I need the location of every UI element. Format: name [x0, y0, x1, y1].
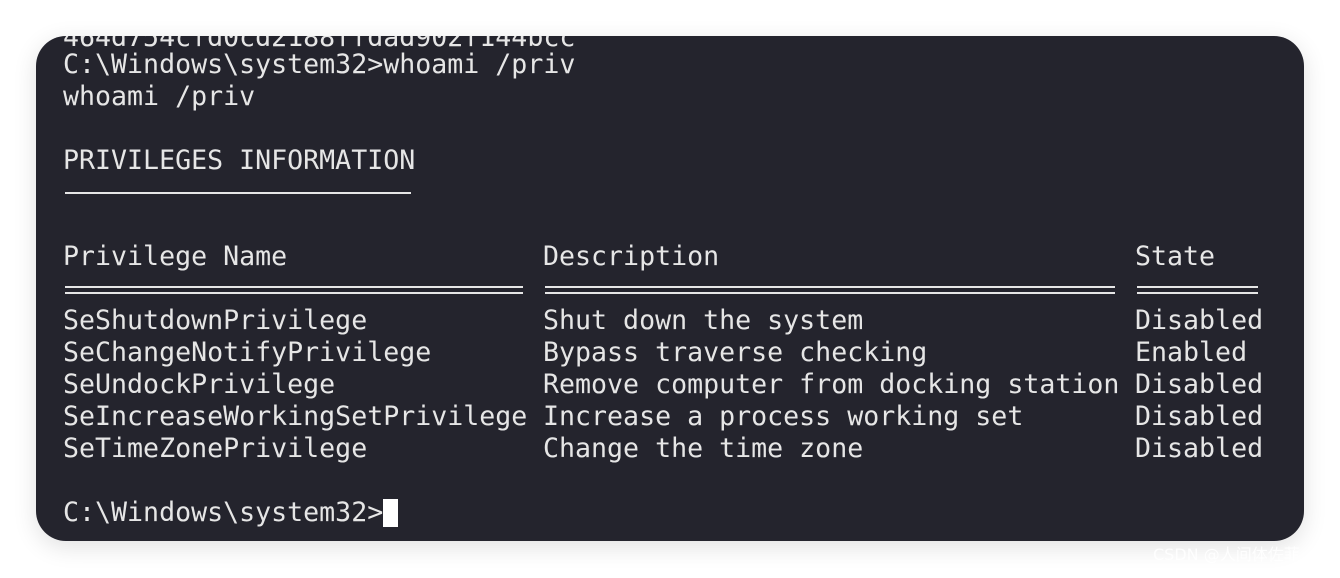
- title-underline: [65, 192, 411, 194]
- prompt: C:\Windows\system32>: [63, 497, 384, 528]
- privilege-name: SeTimeZonePrivilege: [63, 433, 368, 464]
- prompt-line[interactable]: C:\Windows\system32>: [63, 497, 399, 529]
- terminal-output: 464d754cfd0cd2188ffdad902f144bcc C:\Wind…: [63, 36, 1304, 541]
- header-rule-name: [65, 286, 523, 288]
- watermark: CSDN @人间体佐菲: [1153, 545, 1300, 564]
- header-description: Description: [543, 241, 720, 272]
- header-state: State: [1135, 241, 1216, 272]
- privilege-description: Shut down the system: [543, 305, 864, 336]
- privilege-state: Disabled: [1135, 433, 1264, 464]
- header-rule-name-2: [65, 292, 523, 294]
- privilege-name: SeUndockPrivilege: [63, 369, 336, 400]
- header-rule-description: [545, 286, 1115, 288]
- cursor: [383, 499, 399, 527]
- header-rule-state: [1137, 286, 1258, 288]
- header-rule-state-2: [1137, 292, 1258, 294]
- privilege-name: SeIncreaseWorkingSetPrivilege: [63, 401, 528, 432]
- header-privilege-name: Privilege Name: [63, 241, 288, 272]
- header-rule-description-2: [545, 292, 1115, 294]
- privilege-description: Bypass traverse checking: [543, 337, 928, 368]
- command-echo: whoami /priv: [63, 81, 256, 112]
- privilege-description: Remove computer from docking station: [543, 369, 1120, 400]
- privilege-state: Enabled: [1135, 337, 1248, 368]
- privilege-name: SeChangeNotifyPrivilege: [63, 337, 432, 368]
- privilege-state: Disabled: [1135, 369, 1264, 400]
- section-title: PRIVILEGES INFORMATION: [63, 145, 416, 176]
- command-line: C:\Windows\system32>whoami /priv: [63, 49, 576, 80]
- privilege-description: Increase a process working set: [543, 401, 1024, 432]
- privilege-state: Disabled: [1135, 401, 1264, 432]
- privilege-name: SeShutdownPrivilege: [63, 305, 368, 336]
- privilege-state: Disabled: [1135, 305, 1264, 336]
- terminal-window[interactable]: 464d754cfd0cd2188ffdad902f144bcc C:\Wind…: [36, 36, 1304, 541]
- privilege-description: Change the time zone: [543, 433, 864, 464]
